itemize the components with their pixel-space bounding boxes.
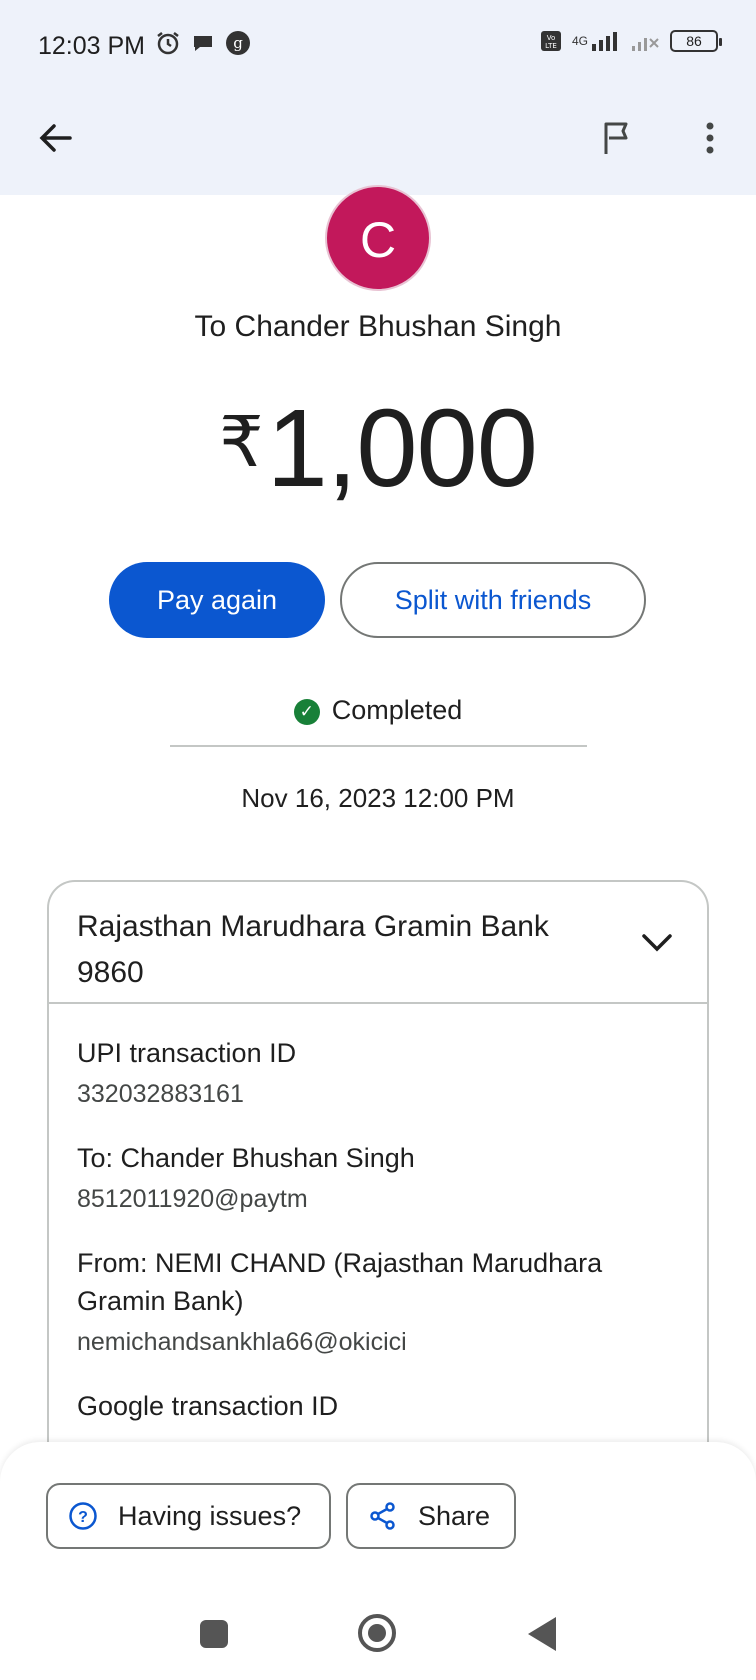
having-issues-label: Having issues? <box>118 1500 302 1531</box>
nav-back-icon[interactable] <box>528 1617 556 1651</box>
payment-amount: ₹1,000 <box>0 385 756 512</box>
bank-name: Rajasthan Marudhara Gramin Bank 9860 <box>77 904 617 996</box>
bank-account-suffix: 9860 <box>77 956 144 989</box>
flag-icon[interactable] <box>598 116 638 160</box>
recents-icon[interactable] <box>200 1620 228 1648</box>
detail-value: 332032883161 <box>77 1080 244 1108</box>
share-icon <box>370 1502 395 1530</box>
transaction-datetime: Nov 16, 2023 12:00 PM <box>241 783 515 813</box>
status-icons-right: Vo LTE 4G 86 <box>540 30 722 52</box>
bank-name-line: Rajasthan Marudhara Gramin Bank <box>77 910 549 943</box>
more-vert-icon[interactable] <box>690 116 730 160</box>
bank-account-header[interactable]: Rajasthan Marudhara Gramin Bank 9860 <box>49 882 707 1004</box>
status-label: Completed <box>331 695 463 725</box>
detail-value: nemichandsankhla66@okicici <box>77 1328 407 1356</box>
amount-value: 1,000 <box>266 387 538 510</box>
back-arrow-icon[interactable] <box>34 116 78 160</box>
status-time: 12:03 PM <box>38 32 146 60</box>
svg-text:LTE: LTE <box>545 42 557 50</box>
g-app-icon: g <box>226 31 250 55</box>
detail-label: UPI transaction ID <box>77 1038 297 1068</box>
transaction-status: ✓ Completed <box>0 695 756 726</box>
payee-avatar: C <box>325 185 431 291</box>
svg-text:g: g <box>233 34 243 52</box>
signal-icon <box>592 32 617 51</box>
home-icon[interactable] <box>358 1614 396 1652</box>
detail-label: Google transaction ID <box>77 1391 339 1421</box>
payee-title: To Chander Bhushan Singh <box>194 310 562 343</box>
alarm-icon <box>157 32 179 55</box>
share-label: Share <box>418 1500 491 1531</box>
help-circle-icon: ? <box>69 1502 97 1530</box>
split-with-friends-button[interactable]: Split with friends <box>340 562 646 638</box>
transaction-details-card: Rajasthan Marudhara Gramin Bank 9860 UPI… <box>47 880 709 1480</box>
chevron-down-icon[interactable] <box>637 922 677 962</box>
notification-icons: g <box>155 30 251 56</box>
detail-value: 8512011920@paytm <box>77 1185 308 1213</box>
battery-icon: 86 <box>670 30 722 52</box>
svg-text:Vo: Vo <box>547 34 556 42</box>
divider <box>170 745 587 747</box>
currency-symbol: ₹ <box>219 403 264 481</box>
detail-label: From: NEMI CHAND (Rajasthan Marudhara Gr… <box>77 1248 603 1316</box>
pay-again-button[interactable]: Pay again <box>109 562 325 638</box>
share-button[interactable]: Share <box>346 1483 516 1549</box>
check-circle-icon: ✓ <box>293 699 320 725</box>
chat-bubble-icon <box>194 36 212 51</box>
signal-no-service-icon <box>632 38 659 51</box>
details-list: UPI transaction ID 332032883161 To: Chan… <box>49 1004 707 1455</box>
svg-text:?: ? <box>78 1509 88 1526</box>
having-issues-button[interactable]: ? Having issues? <box>46 1483 331 1549</box>
app-bar <box>0 90 756 195</box>
detail-label: To: Chander Bhushan Singh <box>77 1143 415 1173</box>
volte-icon: VoLTE <box>540 31 561 51</box>
network-type: 4G <box>571 34 588 48</box>
status-bar: 12:03 PM g Vo LTE 4G 86 <box>0 0 756 90</box>
